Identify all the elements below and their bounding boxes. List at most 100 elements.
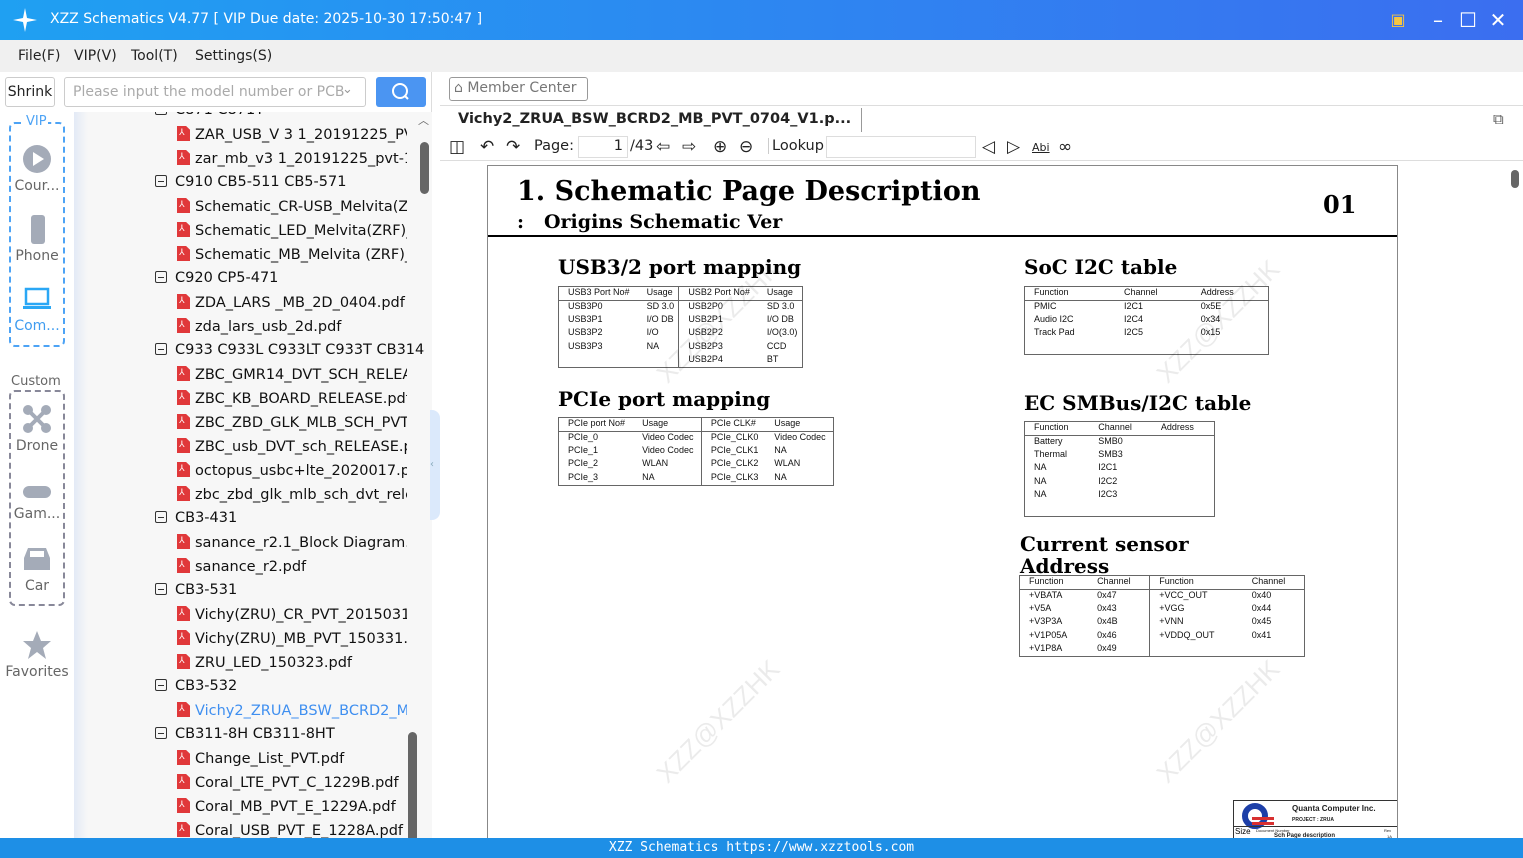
tree-file[interactable]: octopus_usbc+lte_2020017.pdf: [177, 462, 407, 479]
scroll-up-arrow[interactable]: ︿: [418, 112, 429, 128]
tree-group[interactable]: CB3-531: [155, 582, 425, 598]
collapse-icon[interactable]: [155, 511, 167, 523]
collapse-icon[interactable]: [155, 271, 167, 283]
table-cell: Usage: [633, 417, 702, 432]
tree-file[interactable]: sanance_r2.pdf: [177, 558, 407, 575]
tree-file[interactable]: Vichy2_ZRUA_BSW_BCRD2_MB_: [177, 702, 407, 719]
minimize-button[interactable]: –: [1426, 8, 1450, 32]
tree-file[interactable]: ZBC_usb_DVT_sch_RELEASE.pdf: [177, 438, 407, 455]
nav-favorites[interactable]: Favorites: [0, 630, 74, 680]
tree-item-label: Vichy(ZRU)_MB_PVT_150331.pdf: [195, 631, 407, 647]
tree-group[interactable]: CB3-532: [155, 678, 425, 694]
tree-file[interactable]: ZRU_LED_150323.pdf: [177, 654, 407, 671]
tree-file[interactable]: Change_List_PVT.pdf: [177, 750, 407, 767]
nav-courses[interactable]: Cour...: [0, 144, 74, 194]
nav-games[interactable]: Gam...: [0, 480, 74, 522]
tree-file[interactable]: ZAR_USB_V 3 1_20191225_PVT.pdf: [177, 126, 407, 143]
model-search-input[interactable]: Please input the model number or PCB: [64, 77, 366, 107]
find-next-icon[interactable]: ▷: [1007, 137, 1020, 157]
search-button[interactable]: [376, 77, 426, 107]
pdf-icon: [177, 534, 190, 549]
menu-file[interactable]: File(F): [18, 48, 60, 64]
tree-file[interactable]: Schematic_CR-USB_Melvita(ZRF): [177, 198, 407, 215]
window-title: XZZ Schematics V4.77 [ VIP Due date: 202…: [50, 11, 483, 27]
rotate-right-icon[interactable]: ↷: [506, 137, 520, 157]
vip-bag-icon[interactable]: ▣: [1386, 8, 1410, 32]
member-center-button[interactable]: ⌂ Member Center: [449, 77, 588, 101]
page-number-input[interactable]: 1: [578, 136, 628, 158]
collapse-icon[interactable]: [155, 175, 167, 187]
tree-file[interactable]: ZBC_ZBD_GLK_MLB_SCH_PVT_1: [177, 414, 407, 431]
table-cell: [1152, 435, 1215, 449]
tree-file[interactable]: Vichy(ZRU)_MB_PVT_150331.pdf: [177, 630, 407, 647]
tree-file[interactable]: ZBC_KB_BOARD_RELEASE.pdf: [177, 390, 407, 407]
table-cell: Function: [1024, 421, 1090, 436]
tree-file[interactable]: zbc_zbd_glk_mlb_sch_dvt_release: [177, 486, 407, 503]
collapse-icon[interactable]: [155, 343, 167, 355]
nav-drone[interactable]: Drone: [0, 404, 74, 454]
tree-file[interactable]: Vichy(ZRU)_CR_PVT_20150319B.: [177, 606, 407, 623]
maximize-button[interactable]: ☐: [1456, 8, 1480, 32]
tree-group[interactable]: CB311-8H CB311-8HT: [155, 726, 425, 742]
prev-page-icon[interactable]: ⇦: [656, 137, 670, 157]
binoculars-icon[interactable]: ∞: [1058, 137, 1072, 157]
pcie-table: PCIe port No# Usage PCIe CLK# Usage PCIe_0 Vi…: [558, 417, 834, 486]
tree-file[interactable]: Coral_USB_PVT_E_1228A.pdf: [177, 822, 407, 838]
pdf-icon: [177, 606, 190, 621]
rotate-left-icon[interactable]: ↶: [480, 137, 494, 157]
tree-file[interactable]: ZBC_GMR14_DVT_SCH_RELEASE: [177, 366, 407, 383]
tree-group[interactable]: C933 C933L C933LT C933T CB314-1: [155, 342, 425, 358]
tree-scrollbar-inner[interactable]: [408, 732, 417, 842]
tree-item-label: CB3-532: [175, 678, 238, 694]
nav-phone[interactable]: Phone: [0, 214, 74, 264]
collapse-icon[interactable]: [155, 727, 167, 739]
lookup-input[interactable]: [826, 136, 976, 158]
current-heading-1: Current sensor: [1020, 532, 1189, 556]
match-case-icon[interactable]: Abi: [1032, 141, 1050, 154]
tree-item-label: Schematic_MB_Melvita (ZRF)_20: [195, 247, 407, 263]
tree-group[interactable]: C910 CB5-511 CB5-571: [155, 174, 425, 190]
shrink-button[interactable]: Shrink: [5, 77, 55, 107]
collapse-panel-handle[interactable]: ‹: [430, 410, 440, 520]
tree-file[interactable]: zar_mb_v3 1_20191225_pvt-1d.pdf: [177, 150, 407, 167]
document-scrollbar[interactable]: [1511, 170, 1519, 188]
table-cell: [1152, 476, 1215, 490]
chevron-down-icon[interactable]: ⌄: [342, 82, 353, 97]
tree-group[interactable]: C871 C871T: [155, 112, 425, 118]
next-page-icon[interactable]: ⇨: [682, 137, 696, 157]
tree-file[interactable]: Coral_LTE_PVT_C_1229B.pdf: [177, 774, 407, 791]
tree-scrollbar[interactable]: [420, 142, 429, 194]
zoom-in-icon[interactable]: ⊕: [713, 137, 727, 157]
table-cell: PCIe CLK#: [700, 417, 766, 432]
nav-car[interactable]: Car: [0, 544, 74, 594]
table-cell: +VGG: [1149, 602, 1243, 616]
collapse-icon[interactable]: [155, 679, 167, 691]
table-cell: Channel: [1088, 575, 1150, 590]
ec-table: Function Channel Address Battery SMB0 Thermal…: [1024, 421, 1215, 517]
nav-computer[interactable]: Com...: [0, 284, 74, 334]
nav-label: Gam...: [13, 506, 61, 522]
tree-group[interactable]: C920 CP5-471: [155, 270, 425, 286]
table-cell: Address: [1151, 421, 1215, 436]
tree-file[interactable]: ZDA_LARS _MB_2D_0404.pdf: [177, 294, 407, 311]
table-cell: PCIe_CLK1: [700, 444, 766, 458]
collapse-icon[interactable]: [155, 583, 167, 595]
tree-file[interactable]: Coral_MB_PVT_E_1229A.pdf: [177, 798, 407, 815]
menu-vip[interactable]: VIP(V): [74, 48, 117, 64]
zoom-out-icon[interactable]: ⊖: [739, 137, 753, 157]
table-cell: NA: [1034, 475, 1047, 486]
tree-group[interactable]: CB3-431: [155, 510, 425, 526]
tree-file[interactable]: Schematic_MB_Melvita (ZRF)_20: [177, 246, 407, 263]
two-page-icon[interactable]: ◫: [449, 137, 465, 157]
document-tab[interactable]: Vichy2_ZRUA_BSW_BCRD2_MB_PVT_0704_V1.p..…: [448, 108, 863, 132]
close-tab-icon[interactable]: ⧉: [1493, 110, 1504, 128]
tree-file[interactable]: Schematic_LED_Melvita(ZRF)_C...: [177, 222, 407, 239]
collapse-icon[interactable]: [155, 112, 167, 115]
tree-file[interactable]: sanance_r2.1_Block Diagram.pdf: [177, 534, 407, 551]
find-prev-icon[interactable]: ◁: [982, 137, 995, 157]
pdf-icon: [177, 702, 190, 717]
close-button[interactable]: ✕: [1486, 8, 1510, 32]
menu-settings[interactable]: Settings(S): [195, 48, 272, 64]
tree-file[interactable]: zda_lars_usb_2d.pdf: [177, 318, 407, 335]
menu-tool[interactable]: Tool(T): [131, 48, 178, 64]
